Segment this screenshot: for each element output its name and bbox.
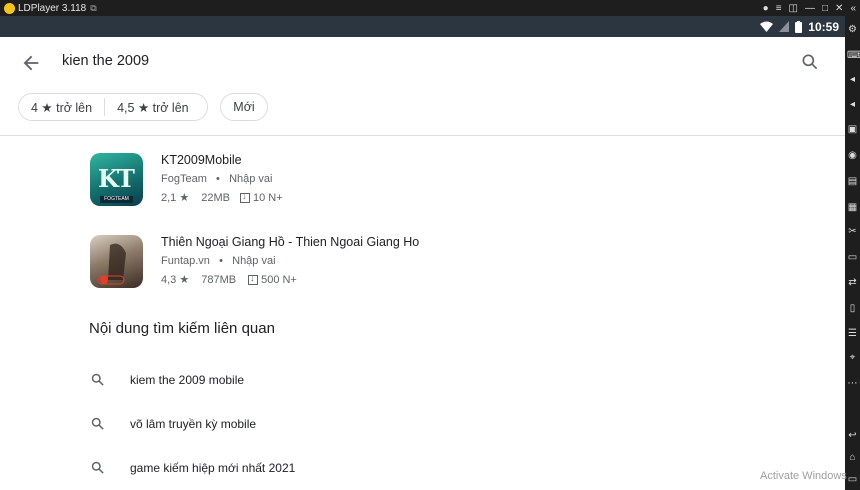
apk-install-icon[interactable]: ▤ <box>847 176 858 187</box>
signal-icon <box>779 21 790 32</box>
thien-ngoai-app-icon <box>90 235 143 288</box>
result-downloads: 500 N+ <box>261 273 297 286</box>
related-search-label: game kiếm hiệp mới nhất 2021 <box>130 461 296 475</box>
close-icon[interactable]: ✕ <box>835 3 843 14</box>
result-rating: 4,3 ★ <box>161 274 190 286</box>
account-icon[interactable]: ● <box>763 3 769 14</box>
back-nav-icon[interactable]: ↩ <box>847 430 858 441</box>
result-stats: 2,1 ★ 22MB 10 N+ <box>161 191 283 205</box>
separator-dot: • <box>209 173 226 185</box>
result-meta: FogTeam • Nhập vai <box>161 173 272 185</box>
sync-icon[interactable]: ⇄ <box>847 277 858 288</box>
new-filter-chip[interactable]: Mới <box>220 93 268 121</box>
back-arrow-icon[interactable] <box>20 52 42 74</box>
download-icon <box>239 191 250 203</box>
related-search-label: võ lâm truyền kỳ mobile <box>130 417 257 431</box>
collapse-sidebar-icon[interactable]: « <box>850 3 856 14</box>
rating-filter-chip: 4 ★ trở lên 4,5 ★ trở lên <box>18 93 208 121</box>
result-title: KT2009Mobile <box>161 153 242 167</box>
result-downloads: 10 N+ <box>252 191 283 204</box>
search-result-item[interactable]: Thiên Ngoại Giang Hồ - Thien Ngoai Giang… <box>90 235 690 291</box>
location-icon[interactable]: ⌖ <box>847 352 858 363</box>
scissors-icon[interactable]: ✂ <box>847 226 858 237</box>
minimize-icon[interactable]: — <box>805 3 815 14</box>
video-icon[interactable]: ▭ <box>847 252 858 263</box>
recents-nav-icon[interactable]: ▭ <box>847 474 858 485</box>
pin-icon[interactable]: ◫ <box>789 3 798 14</box>
search-icon <box>91 417 104 430</box>
related-search-item[interactable]: kiem the 2009 mobile <box>90 370 490 390</box>
result-stats: 4,3 ★ 787MB 500 N+ <box>161 273 297 287</box>
related-search-item[interactable]: game kiếm hiệp mới nhất 2021 <box>90 458 490 478</box>
battery-icon <box>795 20 803 33</box>
result-category: Nhập vai <box>232 255 276 267</box>
play-store-search-page: kien the 2009 4 ★ trở lên 4,5 ★ trở lên … <box>0 37 845 490</box>
search-icon[interactable] <box>800 52 820 72</box>
search-bar: kien the 2009 <box>0 37 845 87</box>
download-icon <box>248 273 259 285</box>
related-section-title: Nội dung tìm kiếm liên quan <box>89 320 275 337</box>
result-meta: Funtap.vn • Nhập vai <box>161 255 276 267</box>
kt2009-app-icon: K T FOGTEAM <box>90 153 143 206</box>
result-category: Nhập vai <box>229 173 273 185</box>
result-title: Thiên Ngoại Giang Hồ - Thien Ngoai Giang… <box>161 235 420 249</box>
menu-icon[interactable]: ≡ <box>776 3 782 14</box>
rating-45-plus-filter[interactable]: 4,5 ★ trở lên <box>105 100 201 115</box>
emulator-sidebar: ⚙ ⌨ ◂ ◂ ▣ ◉ ▤ ▦ ✂ ▭ ⇄ ▯ ☰ ⌖ ⋯ ↩ ⌂ ▭ <box>845 16 860 490</box>
result-developer: FogTeam <box>161 173 207 185</box>
status-time: 10:59 <box>808 19 839 34</box>
windows-activation-watermark: Activate Windows <box>760 470 847 482</box>
window-title: LDPlayer 3.118 <box>18 2 87 14</box>
search-query-input[interactable]: kien the 2009 <box>62 53 149 69</box>
rotate-icon[interactable]: ▯ <box>847 303 858 314</box>
search-icon <box>91 461 104 474</box>
result-size: 22MB <box>201 191 230 204</box>
volume-up-icon[interactable]: ◂ <box>847 74 858 85</box>
related-search-item[interactable]: võ lâm truyền kỳ mobile <box>90 414 490 434</box>
result-developer: Funtap.vn <box>161 255 210 267</box>
wifi-icon <box>760 21 774 32</box>
settings-gear-icon[interactable]: ⚙ <box>847 24 858 35</box>
android-status-bar: 10:59 <box>0 16 845 37</box>
related-search-label: kiem the 2009 mobile <box>130 373 245 387</box>
window-controls: ● ≡ ◫ — □ ✕ « <box>763 0 856 16</box>
search-result-item[interactable]: K T FOGTEAM KT2009Mobile FogTeam • Nhập … <box>90 153 690 209</box>
fullscreen-icon[interactable]: ▣ <box>847 124 858 135</box>
divider <box>0 135 845 136</box>
ldplayer-logo-icon <box>4 2 15 14</box>
separator-dot: • <box>212 255 230 267</box>
search-icon <box>91 373 104 386</box>
app-icon-label: FOGTEAM <box>104 196 129 202</box>
operation-record-icon[interactable]: ☰ <box>847 328 858 339</box>
emulator-titlebar: LDPlayer 3.118 ⧉ ● ≡ ◫ — □ ✕ « <box>0 0 860 16</box>
rating-4-plus-filter[interactable]: 4 ★ trở lên <box>19 100 104 115</box>
more-icon[interactable]: ⋯ <box>847 378 858 389</box>
home-nav-icon[interactable]: ⌂ <box>847 452 858 463</box>
result-rating: 2,1 ★ <box>161 192 190 204</box>
maximize-icon[interactable]: □ <box>822 3 828 14</box>
screenshot-icon[interactable]: ▦ <box>847 202 858 213</box>
record-icon[interactable]: ◉ <box>847 150 858 161</box>
svg-text:T: T <box>117 164 135 193</box>
volume-down-icon[interactable]: ◂ <box>847 99 858 110</box>
keyboard-icon[interactable]: ⌨ <box>847 50 860 61</box>
window-settings-icon[interactable]: ⧉ <box>90 3 96 14</box>
result-size: 787MB <box>201 273 237 286</box>
